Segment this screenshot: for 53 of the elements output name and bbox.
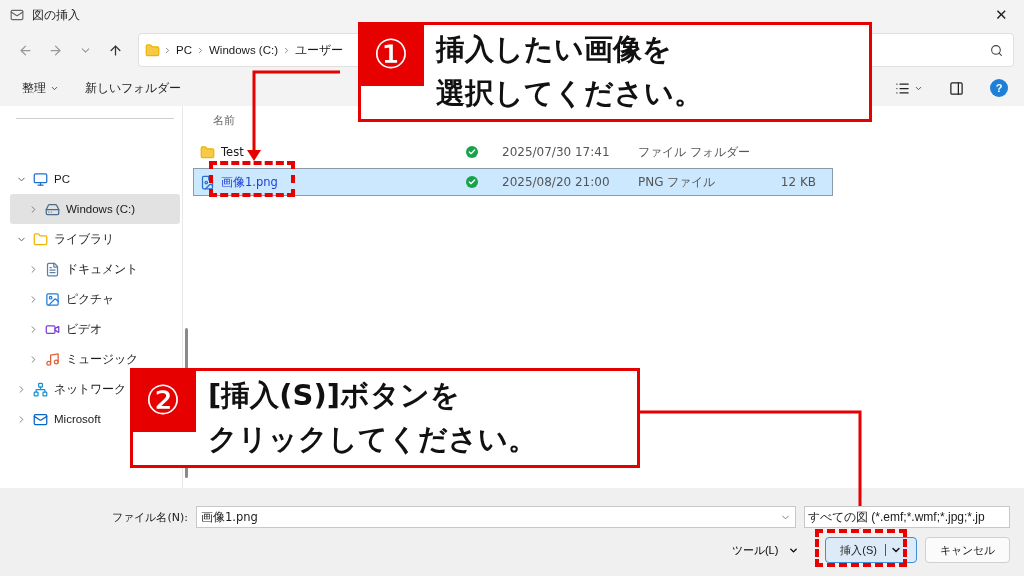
sidebar-item[interactable]: ドキュメント xyxy=(10,254,180,284)
picture-icon xyxy=(45,291,60,307)
callout-text: 挿入したい画像を 選択してください。 xyxy=(436,31,703,112)
drive-icon xyxy=(45,201,60,217)
file-type-dropdown[interactable]: すべての図 (*.emf;*.wmf;*.jpg;*.jp xyxy=(804,506,1010,528)
size-cell-text: 12 KB xyxy=(779,175,817,189)
music-icon xyxy=(45,351,60,367)
new-folder-button[interactable]: 新しいフォルダー xyxy=(85,79,181,97)
folder-icon xyxy=(200,144,215,160)
network-icon xyxy=(33,381,48,397)
sidebar-item[interactable]: ビデオ xyxy=(10,314,180,344)
window-title: 図の挿入 xyxy=(32,6,81,24)
help-button[interactable]: ? xyxy=(990,79,1008,97)
sidebar-item[interactable]: Windows (C:) xyxy=(10,194,180,224)
folder-icon xyxy=(145,42,160,58)
arrow-right-icon xyxy=(47,42,63,58)
document-icon xyxy=(45,261,60,277)
filename-field[interactable]: 画像1.png xyxy=(196,506,796,528)
breadcrumb-item[interactable]: ユーザー xyxy=(294,42,344,58)
image-file-icon xyxy=(200,174,215,190)
chevron-right-icon xyxy=(196,45,205,55)
type-cell-text: PNG ファイル xyxy=(638,173,717,191)
step-number: ② xyxy=(130,368,196,432)
sidebar-item[interactable]: ピクチャ xyxy=(10,284,180,314)
column-header[interactable]: 名前 xyxy=(213,112,235,128)
file-name: Test xyxy=(221,145,244,159)
step-number: ① xyxy=(358,22,424,86)
file-row[interactable]: 画像1.png 2025/08/20 21:00 PNG ファイル 12 KB xyxy=(193,168,833,196)
monitor-icon xyxy=(33,171,48,187)
date-cell-text: 2025/08/20 21:00 xyxy=(502,175,611,189)
callout-text: [挿入(S)]ボタンを クリックしてください。 xyxy=(208,377,537,458)
close-button[interactable]: ✕ xyxy=(989,6,1014,24)
organize-button[interactable]: 整理 xyxy=(22,79,59,97)
chevron-right-icon xyxy=(163,45,172,55)
list-icon xyxy=(895,80,910,96)
breadcrumb-item[interactable]: PC xyxy=(175,44,193,56)
file-name: 画像1.png xyxy=(221,174,278,190)
date-cell-text: 2025/07/30 17:41 xyxy=(502,145,611,159)
preview-pane-button[interactable] xyxy=(949,80,964,96)
panel-icon xyxy=(949,80,964,96)
chevron-right-icon xyxy=(282,45,291,55)
view-button[interactable] xyxy=(895,80,923,96)
mail-icon xyxy=(33,411,48,427)
breadcrumb-item[interactable]: Windows (C:) xyxy=(208,44,279,56)
sidebar-item[interactable]: ライブラリ xyxy=(10,224,180,254)
cancel-button[interactable]: キャンセル xyxy=(925,537,1010,563)
sidebar-item[interactable]: PC xyxy=(10,164,180,194)
folder-icon xyxy=(33,231,48,247)
type-cell-text: ファイル フォルダー xyxy=(638,143,751,161)
tools-button[interactable]: ツール(L) xyxy=(725,541,806,559)
search-icon xyxy=(990,43,1003,57)
filename-label: ファイル名(N): xyxy=(112,509,188,525)
insert-button[interactable]: 挿入(S) xyxy=(825,537,917,563)
